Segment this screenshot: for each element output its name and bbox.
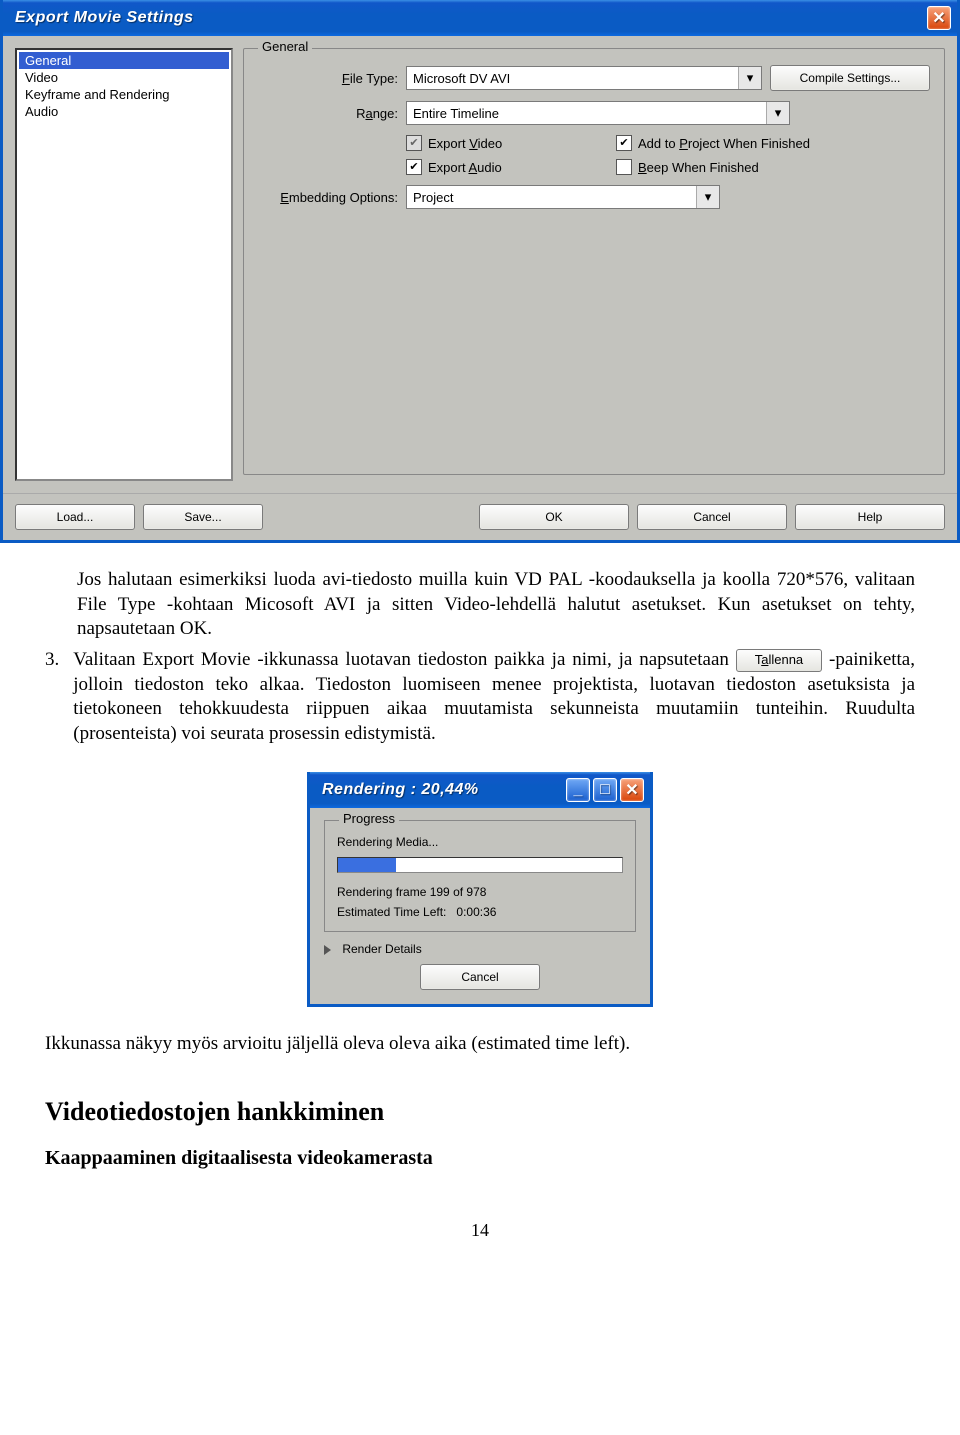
beep-checkbox[interactable]: Beep When Finished bbox=[616, 159, 836, 175]
window-titlebar[interactable]: Rendering : 20,44% _ □ ✕ bbox=[310, 772, 650, 808]
fieldset-legend: General bbox=[258, 39, 312, 54]
paragraph: Jos halutaan esimerkiksi luoda avi-tiedo… bbox=[77, 568, 915, 642]
list-item[interactable]: Keyframe and Rendering bbox=[19, 86, 229, 103]
export-movie-settings-window: Export Movie Settings ✕ General Video Ke… bbox=[0, 0, 960, 543]
render-details-expander[interactable]: Render Details bbox=[324, 942, 636, 956]
chevron-down-icon: ▾ bbox=[696, 186, 719, 208]
window-title: Export Movie Settings bbox=[15, 9, 924, 27]
frame-text: Rendering frame 199 of 978 bbox=[337, 885, 623, 899]
document-body: Jos halutaan esimerkiksi luoda avi-tiedo… bbox=[0, 568, 960, 747]
embedding-dropdown[interactable]: Project ▾ bbox=[406, 185, 720, 209]
add-to-project-checkbox[interactable]: ✔ Add to Project When Finished bbox=[616, 135, 836, 151]
list-item[interactable]: Audio bbox=[19, 103, 229, 120]
file-type-value: Microsoft DV AVI bbox=[413, 71, 510, 86]
chevron-down-icon: ▾ bbox=[738, 67, 761, 89]
section-heading: Videotiedostojen hankkiminen bbox=[45, 1097, 915, 1127]
compile-settings-button[interactable]: Compile Settings... bbox=[770, 65, 930, 91]
help-button[interactable]: Help bbox=[795, 504, 945, 530]
list-item[interactable]: General bbox=[19, 52, 229, 69]
range-label: Range: bbox=[258, 106, 406, 121]
progress-bar bbox=[337, 857, 623, 873]
close-icon[interactable]: ✕ bbox=[927, 6, 951, 30]
expand-icon bbox=[324, 945, 331, 955]
cancel-button[interactable]: Cancel bbox=[637, 504, 787, 530]
cancel-button[interactable]: Cancel bbox=[420, 964, 540, 990]
range-dropdown[interactable]: Entire Timeline ▾ bbox=[406, 101, 790, 125]
page-number: 14 bbox=[0, 1220, 960, 1241]
paragraph: Ikkunassa näkyy myös arvioitu jäljellä o… bbox=[45, 1032, 915, 1057]
checkbox-icon: ✔ bbox=[616, 135, 632, 151]
embedding-label: Embedding Options: bbox=[258, 190, 406, 205]
progress-fieldset: Progress Rendering Media... Rendering fr… bbox=[324, 820, 636, 932]
window-title: Rendering : 20,44% bbox=[322, 781, 563, 799]
status-text: Rendering Media... bbox=[337, 835, 623, 849]
embedding-value: Project bbox=[413, 190, 453, 205]
fieldset-legend: Progress bbox=[339, 811, 399, 826]
load-button[interactable]: Load... bbox=[15, 504, 135, 530]
ok-button[interactable]: OK bbox=[479, 504, 629, 530]
window-titlebar[interactable]: Export Movie Settings ✕ bbox=[3, 0, 957, 36]
rendering-progress-window: Rendering : 20,44% _ □ ✕ Progress Render… bbox=[307, 772, 653, 1007]
list-number: 3. bbox=[45, 648, 59, 747]
minimize-icon[interactable]: _ bbox=[566, 778, 590, 802]
general-fieldset: General File Type: Microsoft DV AVI ▾ Co… bbox=[243, 48, 945, 475]
paragraph: Valitaan Export Movie -ikkunassa luotava… bbox=[73, 648, 915, 747]
checkbox-icon: ✔ bbox=[406, 135, 422, 151]
range-value: Entire Timeline bbox=[413, 106, 499, 121]
chevron-down-icon: ▾ bbox=[766, 102, 789, 124]
dialog-footer: Load... Save... OK Cancel Help bbox=[3, 493, 957, 540]
file-type-dropdown[interactable]: Microsoft DV AVI ▾ bbox=[406, 66, 762, 90]
tallenna-button[interactable]: Tallenna bbox=[736, 649, 822, 672]
close-icon[interactable]: ✕ bbox=[620, 778, 644, 802]
export-audio-checkbox[interactable]: ✔ Export Audio bbox=[406, 159, 586, 175]
checkbox-icon: ✔ bbox=[406, 159, 422, 175]
save-button[interactable]: Save... bbox=[143, 504, 263, 530]
checkbox-icon bbox=[616, 159, 632, 175]
category-listbox[interactable]: General Video Keyframe and Rendering Aud… bbox=[15, 48, 233, 481]
progress-fill bbox=[338, 858, 396, 872]
file-type-label: File Type: bbox=[258, 71, 406, 86]
maximize-icon[interactable]: □ bbox=[593, 778, 617, 802]
subsection-heading: Kaappaaminen digitaalisesta videokameras… bbox=[45, 1147, 915, 1170]
eta-row: Estimated Time Left: 0:00:36 bbox=[337, 905, 623, 919]
list-item[interactable]: Video bbox=[19, 69, 229, 86]
export-video-checkbox[interactable]: ✔ Export Video bbox=[406, 135, 586, 151]
